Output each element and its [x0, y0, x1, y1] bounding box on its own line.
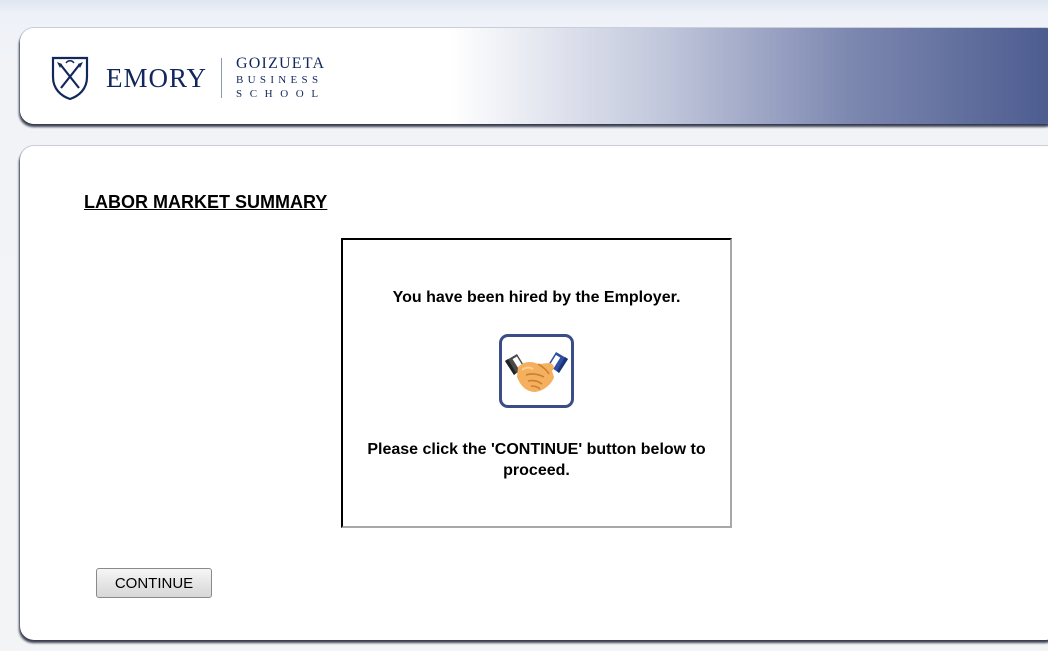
- emory-shield-icon: [51, 56, 89, 101]
- continue-instruction: Please click the 'CONTINUE' button below…: [367, 441, 706, 479]
- continue-button[interactable]: CONTINUE: [96, 568, 212, 598]
- emory-goizueta-logo: EMORY GOIZUETA BUSINESS SCHOOL: [50, 52, 326, 104]
- header-banner: EMORY GOIZUETA BUSINESS SCHOOL: [20, 28, 1048, 124]
- hired-message: You have been hired by the Employer.: [392, 289, 681, 306]
- handshake-icon: [505, 352, 568, 392]
- logo-school-line: SCHOOL: [236, 88, 326, 100]
- handshake-icon-frame: [499, 334, 574, 408]
- logo-business-line: BUSINESS: [236, 74, 323, 86]
- summary-message-box: You have been hired by the Employer. Ple…: [341, 238, 732, 528]
- logo-goizueta-text: GOIZUETA BUSINESS SCHOOL: [236, 56, 326, 100]
- logo-goizueta-line: GOIZUETA: [236, 55, 326, 72]
- logo-divider: [221, 58, 223, 98]
- page-title: LABOR MARKET SUMMARY: [84, 192, 328, 212]
- content-panel: LABOR MARKET SUMMARY You have been hired…: [20, 146, 1048, 640]
- logo-emory-text: EMORY: [106, 62, 208, 93]
